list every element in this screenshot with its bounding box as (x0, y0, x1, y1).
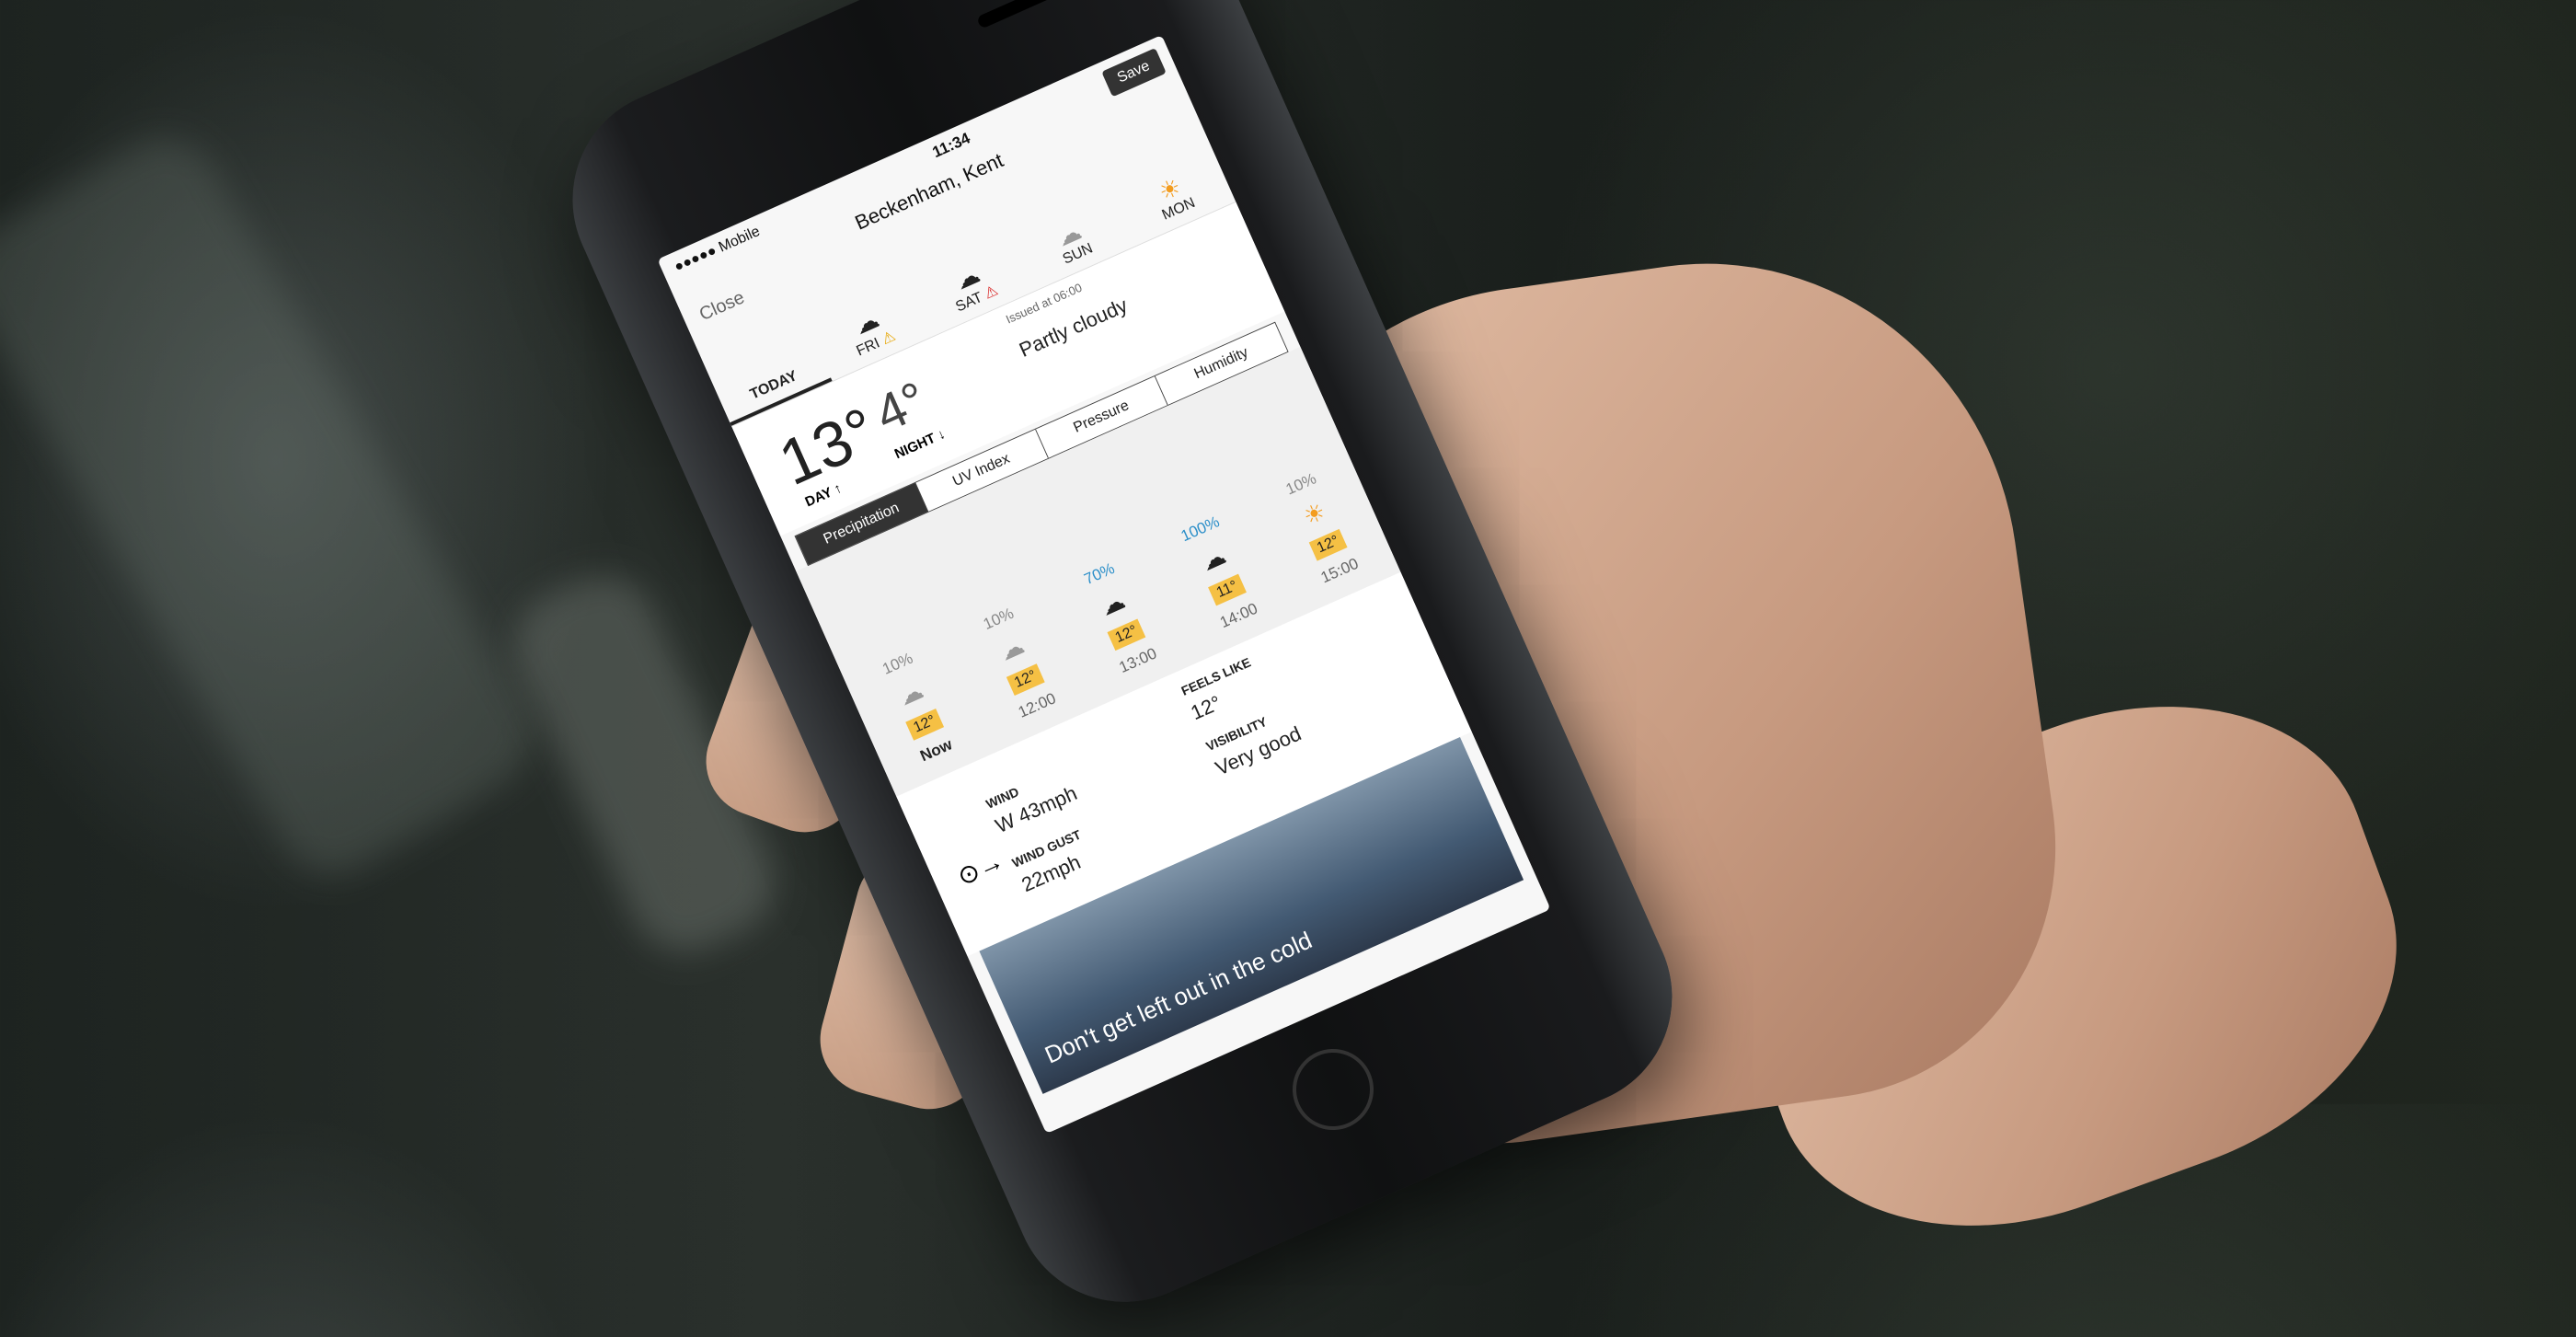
precip-chance: 70% (1081, 559, 1118, 589)
precip-chance: 100% (1178, 513, 1223, 546)
feels-like-value: 12° (1187, 690, 1225, 725)
background-blur-light (0, 118, 552, 894)
hour-label: 13:00 (1116, 644, 1160, 677)
hour-label: 15:00 (1317, 554, 1362, 587)
hour-label: Now (917, 735, 955, 766)
hour-label: 14:00 (1217, 599, 1260, 632)
temperature-badge: 12° (1006, 663, 1045, 697)
rain-cloud-icon: ☁ (1096, 586, 1130, 622)
day-label: TODAY (747, 368, 800, 403)
thunder-cloud-icon: ☁ (1197, 541, 1230, 577)
warning-icon: ⚠ (880, 328, 899, 349)
warning-icon: ⚠ (982, 282, 1001, 303)
precip-chance: 10% (980, 604, 1017, 633)
day-label: SAT (953, 289, 985, 316)
sun-icon: ☀ (1298, 496, 1330, 531)
day-label: FRI (854, 335, 882, 360)
temperature-badge: 11° (1208, 573, 1247, 606)
temperature-badge: 12° (905, 709, 945, 741)
temperature-badge: 12° (1107, 618, 1146, 651)
cloud-icon: ☁ (995, 630, 1029, 666)
temperature-badge: 12° (1308, 528, 1348, 561)
wind-direction-icon: ⊙→ (952, 846, 1008, 892)
cloud-icon: ☁ (894, 675, 928, 711)
precip-chance: 10% (880, 649, 916, 678)
hour-label: 12:00 (1015, 689, 1059, 721)
precip-chance: 10% (1282, 469, 1319, 499)
